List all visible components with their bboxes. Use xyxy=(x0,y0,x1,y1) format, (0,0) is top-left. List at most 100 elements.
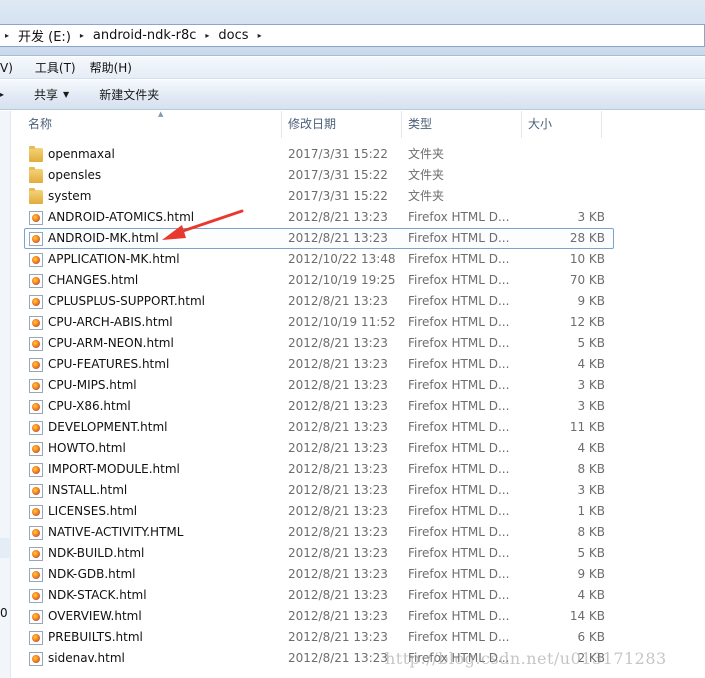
file-modified-date: 2012/8/21 13:23 xyxy=(288,588,388,602)
menu-item-view[interactable]: V) xyxy=(0,61,21,75)
file-size: 11 KB xyxy=(569,420,605,434)
file-modified-date: 2012/8/21 13:23 xyxy=(288,567,388,581)
file-type: Firefox HTML D... xyxy=(408,273,510,287)
navigation-pane-edge[interactable] xyxy=(0,111,11,678)
share-button[interactable]: 共享 ▼ xyxy=(34,86,69,103)
file-row[interactable]: OVERVIEW.html 2012/8/21 13:23 Firefox HTML… xyxy=(24,606,614,627)
firefox-html-icon xyxy=(29,358,43,372)
file-name: CPU-ARM-NEON.html xyxy=(48,336,174,350)
breadcrumb-separator-icon[interactable]: ▸ xyxy=(75,31,89,40)
file-list: openmaxal 2017/3/31 15:22 文件夹 opensles 2017/… xyxy=(12,144,705,669)
file-row[interactable]: opensles 2017/3/31 15:22 文件夹 xyxy=(24,165,614,186)
firefox-html-icon xyxy=(29,421,43,435)
file-row[interactable]: CPU-ARM-NEON.html 2012/8/21 13:23 Firefox … xyxy=(24,333,614,354)
file-type: 文件夹 xyxy=(408,189,445,203)
file-size: 5 KB xyxy=(577,546,605,560)
file-modified-date: 2012/8/21 13:23 xyxy=(288,462,388,476)
file-row[interactable]: CPU-ARCH-ABIS.html 2012/10/19 11:52 Firefo… xyxy=(24,312,614,333)
watermark: http://blog.csdn.net/u013171283 xyxy=(385,649,667,668)
address-bar-area: ▸ 开发 (E:) ▸ android-ndk-r8c ▸ docs ▸ xyxy=(0,0,705,56)
file-modified-date: 2012/8/21 13:23 xyxy=(288,231,388,245)
nav-item-highlight xyxy=(0,538,11,558)
file-type: Firefox HTML D... xyxy=(408,399,510,413)
file-type: Firefox HTML D... xyxy=(408,336,510,350)
file-row[interactable]: system 2017/3/31 15:22 文件夹 xyxy=(24,186,614,207)
file-size: 10 KB xyxy=(569,252,605,266)
firefox-html-icon xyxy=(29,253,43,267)
file-type: Firefox HTML D... xyxy=(408,441,510,455)
new-folder-button[interactable]: 新建文件夹 xyxy=(99,86,159,103)
file-row[interactable]: INSTALL.html 2012/8/21 13:23 Firefox HTML … xyxy=(24,480,614,501)
address-bar[interactable]: ▸ 开发 (E:) ▸ android-ndk-r8c ▸ docs ▸ xyxy=(0,24,705,47)
breadcrumb-separator-icon[interactable]: ▸ xyxy=(200,31,214,40)
breadcrumb-item-docs[interactable]: docs xyxy=(214,25,252,46)
file-size: 4 KB xyxy=(577,441,605,455)
command-toolbar: ▸ 共享 ▼ 新建文件夹 xyxy=(0,80,705,110)
file-modified-date: 2012/8/21 13:23 xyxy=(288,357,388,371)
breadcrumb-item-drive[interactable]: 开发 (E:) xyxy=(14,25,75,46)
column-header-size[interactable]: 大小 xyxy=(524,111,602,138)
file-type: Firefox HTML D... xyxy=(408,315,510,329)
file-modified-date: 2012/8/21 13:23 xyxy=(288,609,388,623)
folder-icon xyxy=(29,188,43,204)
menu-item-help[interactable]: 帮助(H) xyxy=(84,59,140,76)
folder-icon xyxy=(29,167,43,183)
firefox-html-icon xyxy=(29,295,43,309)
file-name: INSTALL.html xyxy=(48,483,128,497)
file-row[interactable]: ANDROID-MK.html 2012/8/21 13:23 Firefox HT… xyxy=(24,228,614,249)
file-size: 5 KB xyxy=(577,336,605,350)
file-modified-date: 2012/8/21 13:23 xyxy=(288,378,388,392)
file-row[interactable]: APPLICATION-MK.html 2012/10/22 13:48 Firef… xyxy=(24,249,614,270)
file-name: NDK-GDB.html xyxy=(48,567,136,581)
file-row[interactable]: CHANGES.html 2012/10/19 19:25 Firefox HTML… xyxy=(24,270,614,291)
file-modified-date: 2012/10/22 13:48 xyxy=(288,252,396,266)
file-row[interactable]: NDK-BUILD.html 2012/8/21 13:23 Firefox HTM… xyxy=(24,543,614,564)
file-type: Firefox HTML D... xyxy=(408,420,510,434)
file-row[interactable]: ANDROID-ATOMICS.html 2012/8/21 13:23 Firef… xyxy=(24,207,614,228)
column-header-type[interactable]: 类型 xyxy=(404,111,522,138)
file-row[interactable]: IMPORT-MODULE.html 2012/8/21 13:23 Firefox… xyxy=(24,459,614,480)
breadcrumb-expand-arrow-icon[interactable]: ▸ xyxy=(0,31,14,40)
menu-item-tools[interactable]: 工具(T) xyxy=(21,59,84,76)
file-row[interactable]: NDK-STACK.html 2012/8/21 13:23 Firefox HTM… xyxy=(24,585,614,606)
file-row[interactable]: DEVELOPMENT.html 2012/8/21 13:23 Firefox H… xyxy=(24,417,614,438)
firefox-html-icon xyxy=(29,568,43,582)
firefox-html-icon xyxy=(29,337,43,351)
toolbar-overflow-arrow-icon[interactable]: ▸ xyxy=(0,90,4,99)
file-size: 28 KB xyxy=(569,231,605,245)
file-name: CHANGES.html xyxy=(48,273,139,287)
breadcrumb-item-ndk[interactable]: android-ndk-r8c xyxy=(89,25,201,46)
file-type: 文件夹 xyxy=(408,168,445,182)
file-row[interactable]: CPU-FEATURES.html 2012/8/21 13:23 Firefox … xyxy=(24,354,614,375)
file-row[interactable]: LICENSES.html 2012/8/21 13:23 Firefox HTML… xyxy=(24,501,614,522)
firefox-html-icon xyxy=(29,505,43,519)
file-row[interactable]: CPU-X86.html 2012/8/21 13:23 Firefox HTML … xyxy=(24,396,614,417)
file-row[interactable]: CPLUSPLUS-SUPPORT.html 2012/8/21 13:23 Fir… xyxy=(24,291,614,312)
file-type: Firefox HTML D... xyxy=(408,630,510,644)
breadcrumb-separator-icon[interactable]: ▸ xyxy=(253,31,267,40)
file-size: 1 KB xyxy=(577,504,605,518)
file-name: CPU-X86.html xyxy=(48,399,131,413)
firefox-html-icon xyxy=(29,442,43,456)
file-row[interactable]: NATIVE-ACTIVITY.HTML 2012/8/21 13:23 Firef… xyxy=(24,522,614,543)
firefox-html-icon xyxy=(29,631,43,645)
file-name: CPU-FEATURES.html xyxy=(48,357,170,371)
column-header-name[interactable]: 名称 xyxy=(24,111,282,138)
file-modified-date: 2012/8/21 13:23 xyxy=(288,525,388,539)
chevron-down-icon: ▼ xyxy=(63,90,70,99)
file-modified-date: 2012/8/21 13:23 xyxy=(288,210,388,224)
file-modified-date: 2017/3/31 15:22 xyxy=(288,189,388,203)
file-modified-date: 2012/8/21 13:23 xyxy=(288,294,388,308)
file-size: 12 KB xyxy=(569,315,605,329)
file-row[interactable]: HOWTO.html 2012/8/21 13:23 Firefox HTML D.… xyxy=(24,438,614,459)
file-row[interactable]: PREBUILTS.html 2012/8/21 13:23 Firefox HTM… xyxy=(24,627,614,648)
column-header-date[interactable]: 修改日期 xyxy=(284,111,402,138)
firefox-html-icon xyxy=(29,379,43,393)
file-size: 14 KB xyxy=(569,609,605,623)
file-name: openmaxal xyxy=(48,147,115,161)
file-modified-date: 2017/3/31 15:22 xyxy=(288,168,388,182)
file-row[interactable]: CPU-MIPS.html 2012/8/21 13:23 Firefox HTML… xyxy=(24,375,614,396)
file-row[interactable]: NDK-GDB.html 2012/8/21 13:23 Firefox HTML … xyxy=(24,564,614,585)
file-row[interactable]: openmaxal 2017/3/31 15:22 文件夹 xyxy=(24,144,614,165)
firefox-html-icon xyxy=(29,652,43,666)
